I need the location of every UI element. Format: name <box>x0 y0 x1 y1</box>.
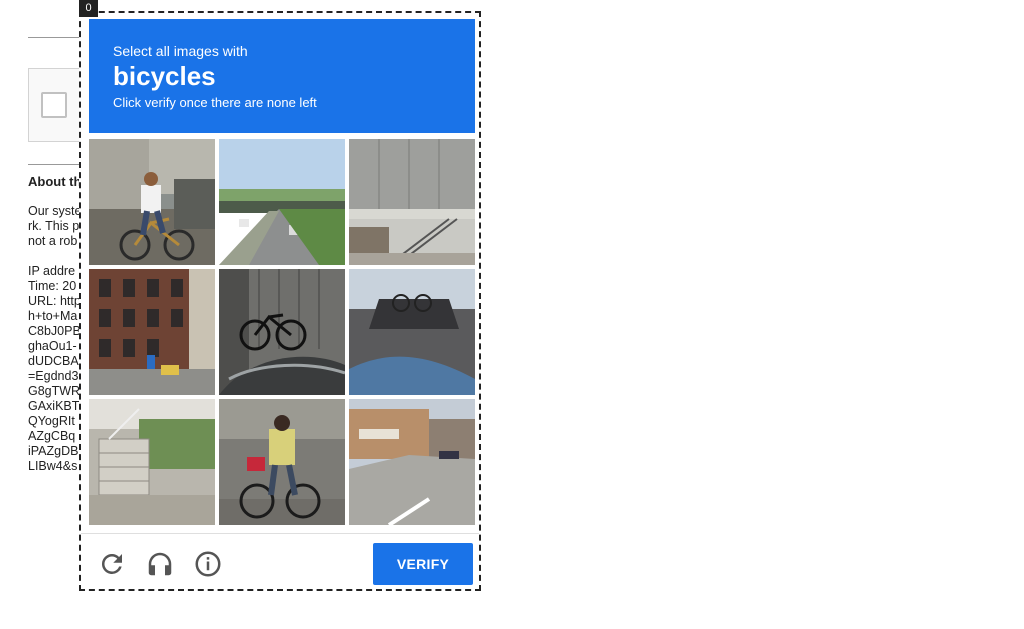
image-tile[interactable] <box>89 269 215 395</box>
image-tile[interactable] <box>349 139 475 265</box>
instruction-subtext: Click verify once there are none left <box>113 95 317 110</box>
recaptcha-challenge-popup: Select all images with bicycles Click ve… <box>79 11 481 591</box>
info-line: C8bJ0PB <box>28 324 81 338</box>
info-line: IP addre <box>28 264 76 278</box>
paragraph-line: rk. This p <box>28 219 80 233</box>
instruction-text: Select all images with <box>113 43 248 59</box>
info-line: iPAZgDB <box>28 444 79 458</box>
footer-divider <box>81 533 479 534</box>
instruction-banner: Select all images with bicycles Click ve… <box>89 19 475 133</box>
image-tile[interactable] <box>219 139 345 265</box>
info-line: dUDCBA <box>28 354 79 368</box>
headphones-icon[interactable] <box>145 549 175 579</box>
info-line: Time: 20 <box>28 279 77 293</box>
info-line: h+to+Ma <box>28 309 78 323</box>
info-line: QYogRIt <box>28 414 75 428</box>
info-line: ghaOu1- <box>28 339 77 353</box>
info-line: AZgCBq <box>28 429 76 443</box>
image-tile[interactable] <box>89 139 215 265</box>
info-icon[interactable] <box>193 549 223 579</box>
target-object: bicycles <box>113 61 216 91</box>
challenge-badge: 0 <box>79 0 98 17</box>
info-line: URL: http <box>28 294 81 308</box>
image-tile[interactable] <box>349 399 475 525</box>
image-tile[interactable] <box>349 269 475 395</box>
info-line: LIBw4&s <box>28 459 78 473</box>
info-line: GAxiKBT <box>28 399 80 413</box>
paragraph-line: Our syste <box>28 204 82 218</box>
image-tile[interactable] <box>89 399 215 525</box>
image-tile[interactable] <box>219 399 345 525</box>
paragraph-line: not a rob <box>28 234 78 248</box>
reload-icon[interactable] <box>97 549 127 579</box>
image-grid <box>89 139 475 525</box>
recaptcha-checkbox[interactable] <box>41 92 67 118</box>
verify-button[interactable]: VERIFY <box>373 543 473 585</box>
info-line: =Egdnd3 <box>28 369 79 383</box>
image-tile[interactable] <box>219 269 345 395</box>
about-heading: About th <box>28 174 82 189</box>
info-line: G8gTWR <box>28 384 81 398</box>
